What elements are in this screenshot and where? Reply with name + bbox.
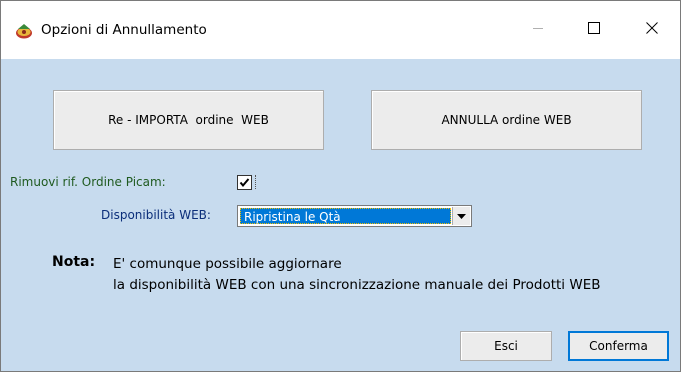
cancel-order-button[interactable]: ANNULLA ordine WEB xyxy=(371,90,642,150)
availability-select-arrow[interactable] xyxy=(452,207,470,225)
close-button[interactable] xyxy=(624,1,680,59)
maximize-button[interactable] xyxy=(566,1,622,59)
title-bar[interactable]: Opzioni di Annullamento xyxy=(1,1,680,59)
exit-button[interactable]: Esci xyxy=(460,331,552,361)
cancel-order-label: ANNULLA ordine WEB xyxy=(441,113,572,127)
remove-ref-label: Rimuovi rif. Ordine Picam: xyxy=(10,175,166,189)
availability-select-value: Ripristina le Qtà xyxy=(240,208,451,224)
confirm-button-label: Conferma xyxy=(589,339,648,353)
maximize-icon xyxy=(588,21,600,39)
minimize-icon xyxy=(532,21,544,39)
minimize-button[interactable] xyxy=(510,1,566,59)
dialog-body: Re - IMPORTA ordine WEB ANNULLA ordine W… xyxy=(1,59,680,371)
checkmark-icon xyxy=(238,176,251,194)
availability-label: Disponibilità WEB: xyxy=(101,208,211,222)
dialog-window: Opzioni di Annullamento Re - IMPORTA ord… xyxy=(0,0,681,372)
note-label: Nota: xyxy=(52,254,96,270)
close-icon xyxy=(646,21,658,39)
availability-select[interactable]: Ripristina le Qtà xyxy=(237,205,472,227)
remove-ref-checkbox[interactable] xyxy=(237,175,252,190)
reimport-order-button[interactable]: Re - IMPORTA ordine WEB xyxy=(53,90,324,150)
exit-button-label: Esci xyxy=(494,339,518,353)
chevron-down-icon xyxy=(457,207,466,225)
confirm-button[interactable]: Conferma xyxy=(568,331,669,361)
app-logo-icon xyxy=(15,22,33,40)
note-line-1: E' comunque possibile aggiornare xyxy=(113,256,342,272)
window-title: Opzioni di Annullamento xyxy=(41,22,207,38)
note-line-2: la disponibilità WEB con una sincronizza… xyxy=(113,277,601,293)
reimport-order-label: Re - IMPORTA ordine WEB xyxy=(108,113,269,127)
checkbox-focus-rect xyxy=(255,175,259,189)
